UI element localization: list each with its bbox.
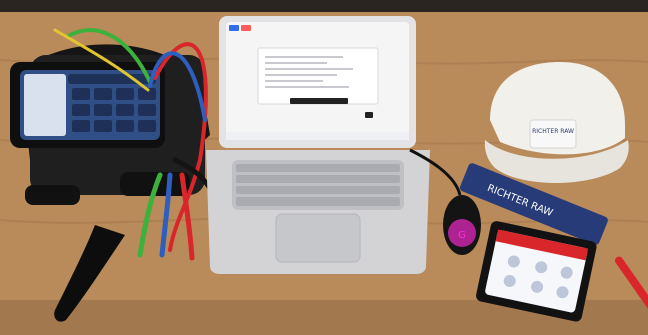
screen-top-accent-2 [241, 25, 251, 31]
electrical-tester [10, 44, 210, 205]
tester-stand [25, 185, 80, 205]
screen-main-button[interactable] [290, 98, 348, 104]
screen-top-accent [229, 25, 239, 31]
hard-hat: RICHTER RAW [484, 62, 629, 183]
tablet-ui-left-pane [24, 74, 66, 136]
gaming-mouse: G [443, 195, 481, 255]
screen-taskbar [226, 132, 409, 140]
laptop-touchpad [275, 213, 361, 263]
mouse-logo-icon: G [458, 230, 466, 241]
screen-secondary-button[interactable] [365, 112, 373, 118]
photo-scene: G RICHTER RAW RICHTER RAW [0, 0, 648, 335]
hardhat-logo-text: RICHTER RAW [532, 128, 574, 135]
laptop [206, 16, 430, 274]
photo-svg: G RICHTER RAW RICHTER RAW [0, 0, 648, 335]
tablet-ui-top-bar [68, 74, 156, 84]
